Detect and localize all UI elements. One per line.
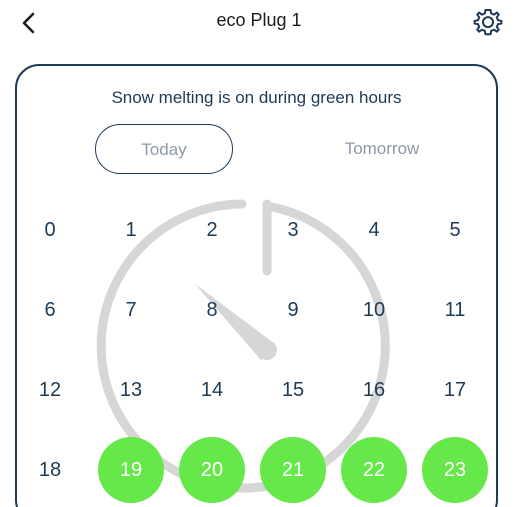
hour-cell-17[interactable]: 17 — [422, 357, 488, 423]
hour-cell-7[interactable]: 7 — [98, 277, 164, 343]
tab-tomorrow[interactable]: Tomorrow — [307, 124, 457, 174]
hour-cell-4[interactable]: 4 — [341, 197, 407, 263]
hour-cell-6[interactable]: 6 — [17, 277, 83, 343]
hour-cell-1[interactable]: 1 — [98, 197, 164, 263]
hour-cell-23[interactable]: 23 — [422, 437, 488, 503]
hour-cell-22[interactable]: 22 — [341, 437, 407, 503]
hour-cell-16[interactable]: 16 — [341, 357, 407, 423]
hour-cell-8[interactable]: 8 — [179, 277, 245, 343]
schedule-card: Snow melting is on during green hours To… — [15, 64, 498, 507]
hour-cell-19[interactable]: 19 — [98, 437, 164, 503]
hour-cell-20[interactable]: 20 — [179, 437, 245, 503]
app-screen: eco Plug 1 Snow melting is on during gre… — [0, 0, 518, 507]
hour-cell-15[interactable]: 15 — [260, 357, 326, 423]
hour-cell-18[interactable]: 18 — [17, 437, 83, 503]
hour-cell-9[interactable]: 9 — [260, 277, 326, 343]
tab-today[interactable]: Today — [95, 124, 233, 174]
hour-cell-3[interactable]: 3 — [260, 197, 326, 263]
page-title: eco Plug 1 — [216, 10, 302, 30]
hour-cell-0[interactable]: 0 — [17, 197, 83, 263]
settings-button[interactable] — [472, 6, 504, 38]
header: eco Plug 1 — [0, 0, 518, 50]
hour-cell-21[interactable]: 21 — [260, 437, 326, 503]
gear-icon — [473, 9, 503, 36]
schedule-message: Snow melting is on during green hours — [111, 88, 402, 107]
hour-cell-10[interactable]: 10 — [341, 277, 407, 343]
hour-cell-12[interactable]: 12 — [17, 357, 83, 423]
hour-cell-14[interactable]: 14 — [179, 357, 245, 423]
hour-cell-2[interactable]: 2 — [179, 197, 245, 263]
hour-cell-5[interactable]: 5 — [422, 197, 488, 263]
hour-cell-13[interactable]: 13 — [98, 357, 164, 423]
hour-cell-11[interactable]: 11 — [422, 277, 488, 343]
